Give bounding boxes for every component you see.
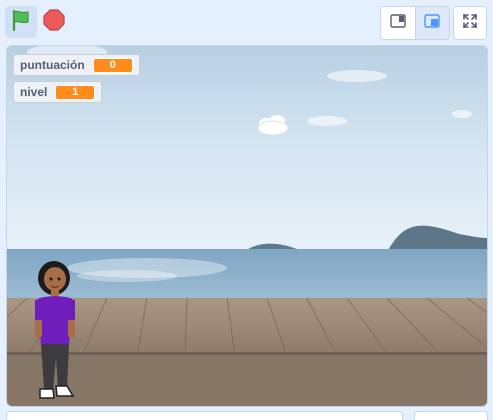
green-flag-icon <box>10 9 32 36</box>
bottom-panels <box>0 409 493 420</box>
score-monitor-label: puntuación <box>20 58 85 72</box>
score-monitor[interactable]: puntuación 0 <box>13 54 140 76</box>
stage[interactable]: puntuación 0 nivel 1 <box>6 45 488 407</box>
fullscreen-button[interactable] <box>453 6 487 40</box>
stage-toolbar <box>0 0 493 44</box>
small-stage-button[interactable] <box>381 7 416 39</box>
stage-size-toggle <box>380 6 450 40</box>
green-flag-button[interactable] <box>5 6 37 38</box>
fullscreen-icon <box>462 13 478 34</box>
small-stage-icon <box>390 13 406 33</box>
sprite-pane-edge <box>6 411 403 420</box>
stop-sign-icon <box>43 8 65 36</box>
stage-pane-edge <box>414 411 488 420</box>
stop-button[interactable] <box>40 6 68 38</box>
score-monitor-value: 0 <box>92 57 133 73</box>
normal-stage-icon <box>424 13 440 33</box>
level-monitor-value: 1 <box>55 84 96 100</box>
level-monitor-label: nivel <box>20 85 48 99</box>
level-monitor[interactable]: nivel 1 <box>13 81 103 103</box>
normal-stage-button[interactable] <box>415 7 449 39</box>
